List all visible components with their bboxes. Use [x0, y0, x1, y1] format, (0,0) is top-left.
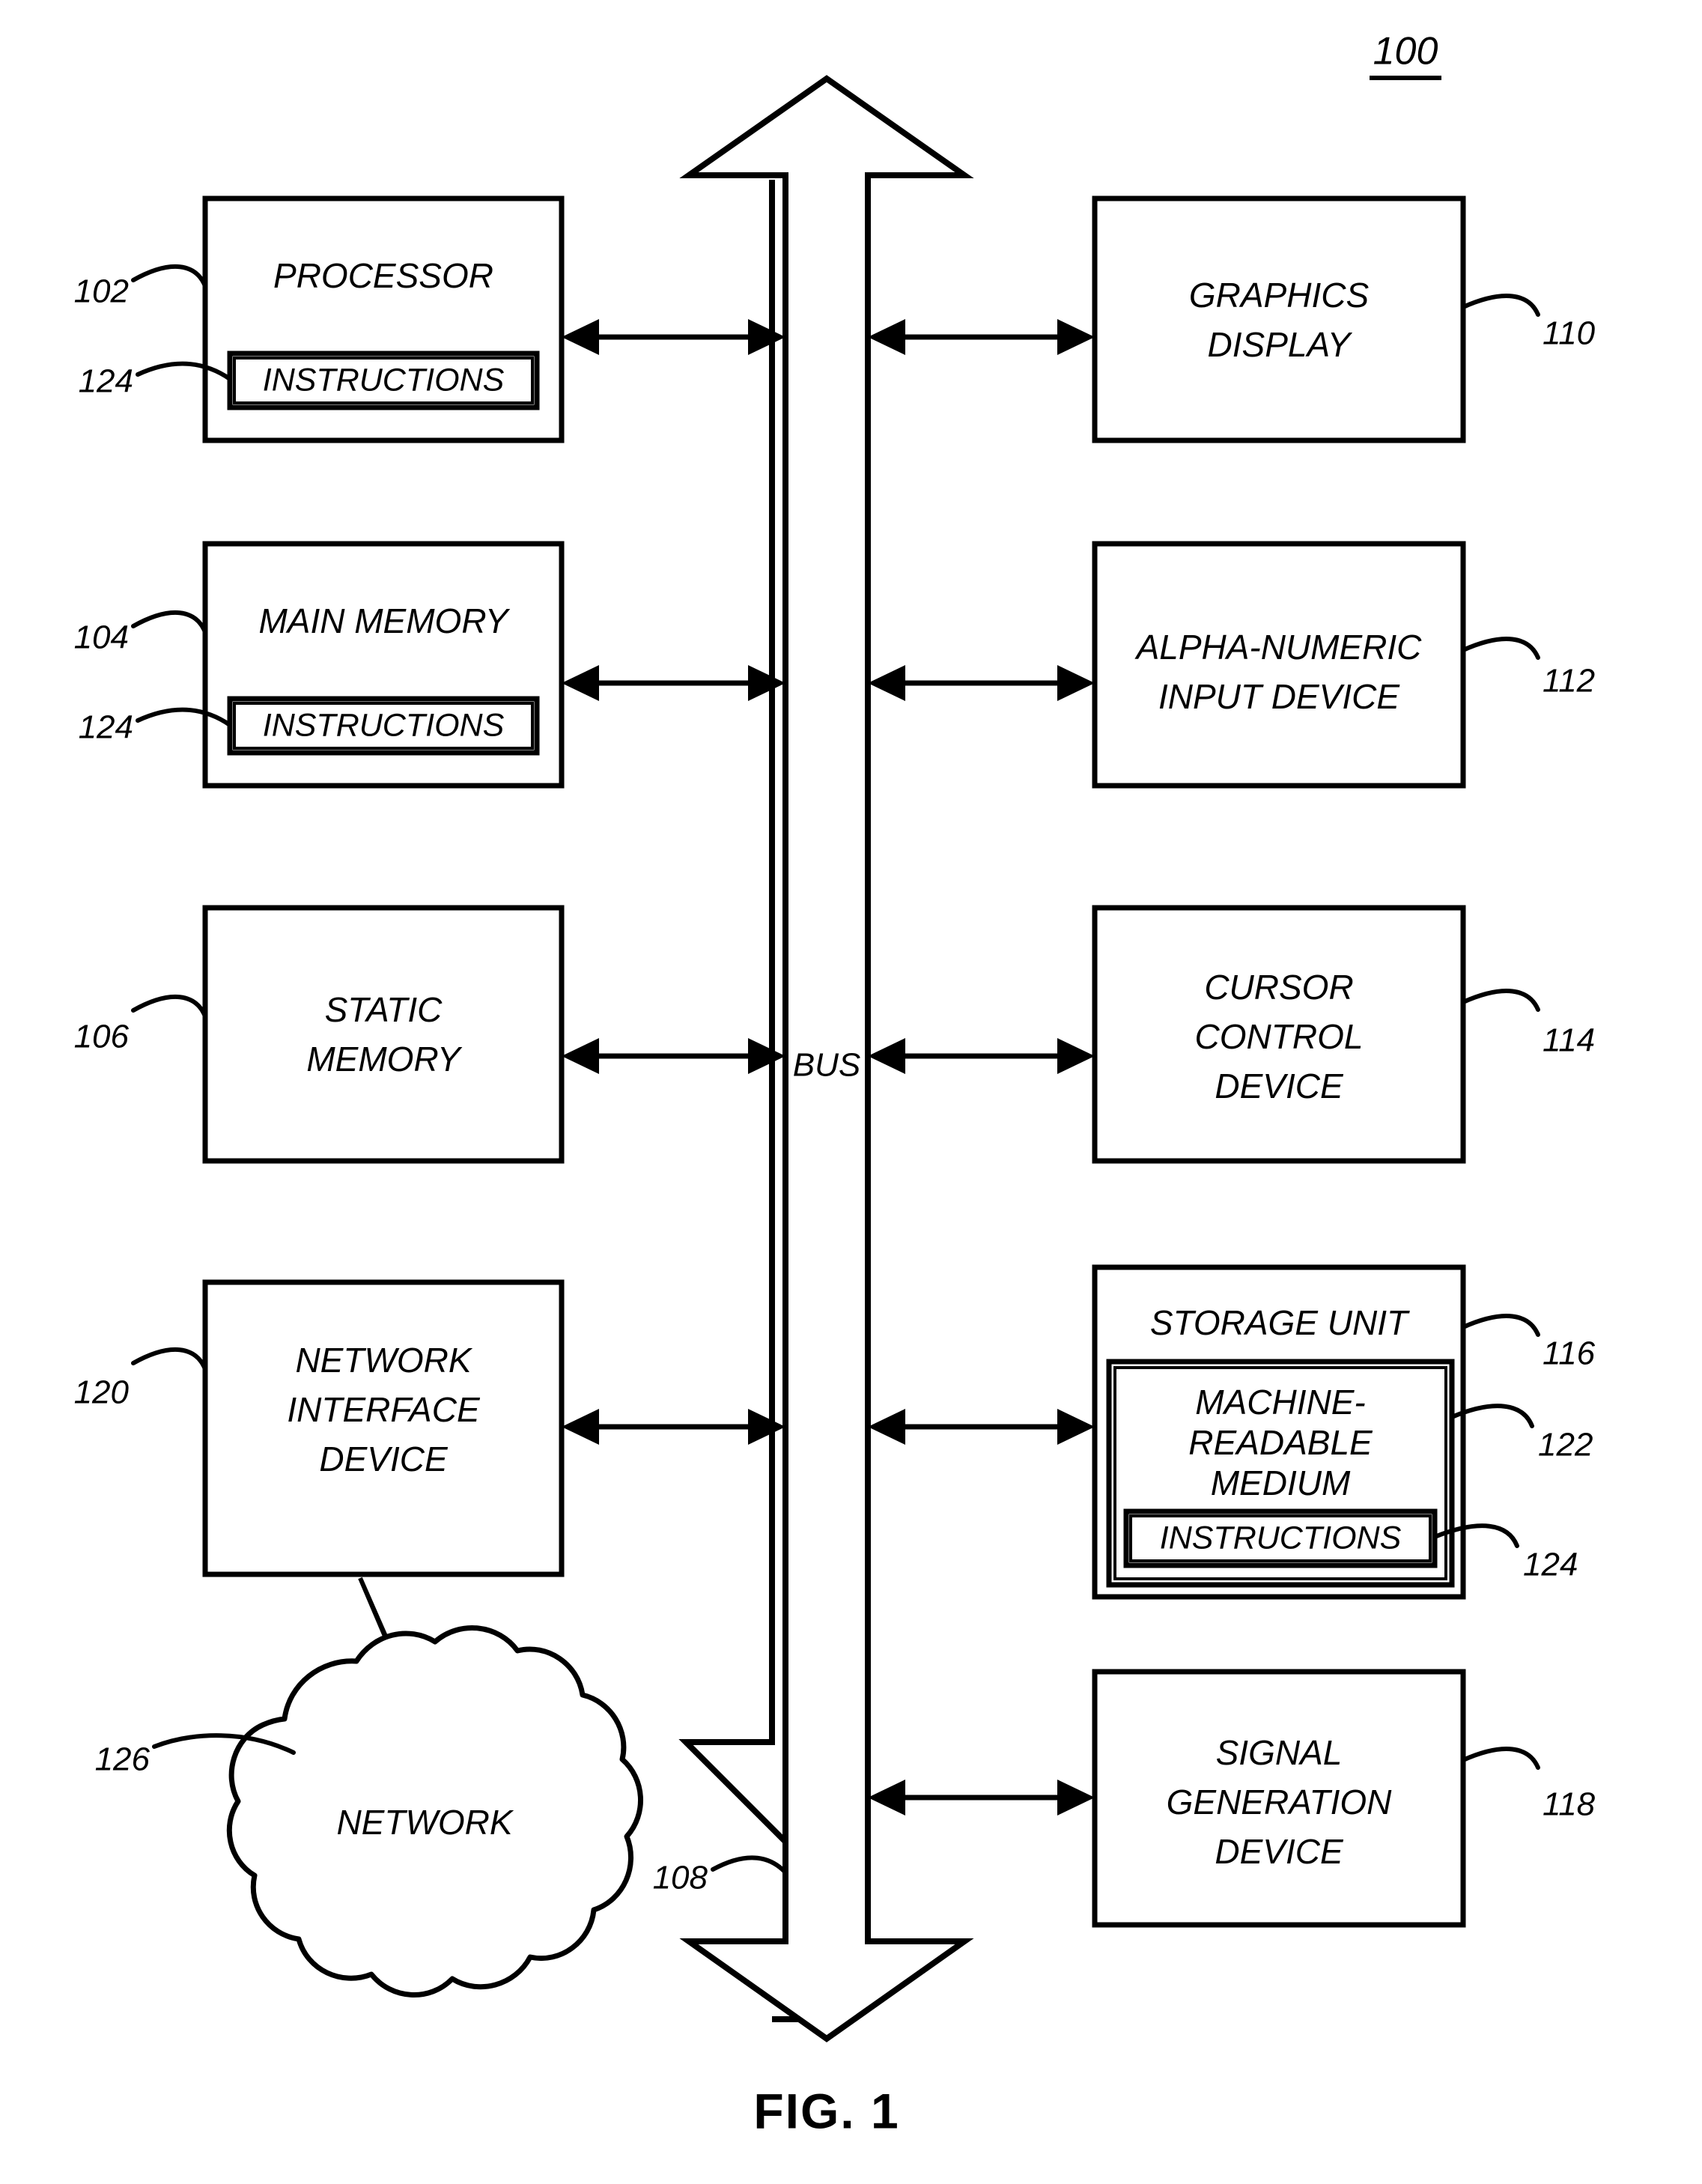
static-memory-label-line1: STATIC — [325, 990, 443, 1029]
cursor-control-device-label-line1: CURSOR — [1204, 968, 1353, 1007]
signal-generation-device-ref-leader — [1461, 1747, 1540, 1770]
signal-generation-device-ref-118: 118 — [1543, 1786, 1596, 1823]
main-memory-bus-connector — [562, 665, 785, 701]
bus-ref-leader — [711, 1855, 788, 1875]
system-architecture-diagram: BUS 108 100 PROCESSOR INSTRUCTIONS 102 1… — [74, 30, 1596, 2139]
block-signal-generation-device: SIGNAL GENERATION DEVICE 118 — [868, 1669, 1596, 1928]
storage-unit-ref-116: 116 — [1543, 1335, 1596, 1372]
main-memory-label: MAIN MEMORY — [258, 601, 510, 640]
main-memory-ref-104: 104 — [74, 619, 129, 656]
figure-number-group: 100 — [1370, 30, 1441, 80]
block-graphics-display: GRAPHICS DISPLAY 110 — [868, 195, 1596, 443]
bus-label: BUS — [793, 1047, 860, 1084]
network-cloud: NETWORK 126 — [95, 1625, 643, 1998]
storage-instructions-ref-124: 124 — [1523, 1547, 1578, 1583]
processor-instructions-label: INSTRUCTIONS — [263, 362, 505, 398]
static-memory-ref-leader — [131, 994, 207, 1019]
network-interface-device-label-line3: DEVICE — [319, 1440, 449, 1478]
cursor-control-bus-connector — [868, 1038, 1095, 1074]
block-main-memory: MAIN MEMORY INSTRUCTIONS 104 124 — [74, 541, 785, 789]
cursor-control-device-label-line3: DEVICE — [1215, 1067, 1344, 1105]
processor-ref-leader — [131, 264, 207, 288]
figure-number: 100 — [1373, 30, 1438, 73]
block-processor: PROCESSOR INSTRUCTIONS 102 124 — [74, 195, 785, 443]
cursor-control-device-ref-114: 114 — [1543, 1022, 1595, 1059]
cursor-control-device-label-line2: CONTROL — [1195, 1017, 1364, 1056]
graphics-display-box — [1092, 195, 1466, 443]
machine-readable-medium-ref-122: 122 — [1538, 1427, 1593, 1463]
network-interface-device-label-line2: INTERFACE — [287, 1390, 481, 1429]
main-memory-ref-leader — [131, 610, 207, 634]
storage-unit-ref-leader — [1461, 1314, 1540, 1337]
cursor-control-device-ref-leader — [1461, 989, 1540, 1012]
static-memory-bus-connector — [562, 1038, 785, 1074]
network-cloud-label: NETWORK — [336, 1803, 514, 1842]
signal-generation-device-label-line3: DEVICE — [1215, 1832, 1344, 1871]
network-interface-device-ref-120: 120 — [74, 1374, 130, 1411]
main-memory-instructions-label: INSTRUCTIONS — [263, 707, 505, 743]
processor-instructions-ref-124: 124 — [79, 363, 133, 400]
storage-unit-bus-connector — [868, 1409, 1095, 1445]
processor-bus-connector — [562, 319, 785, 355]
storage-instructions-label: INSTRUCTIONS — [1160, 1520, 1402, 1556]
signal-generation-device-label-line1: SIGNAL — [1216, 1733, 1343, 1772]
static-memory-box — [202, 905, 565, 1164]
graphics-display-ref-leader — [1461, 294, 1540, 317]
graphics-display-ref-110: 110 — [1543, 315, 1596, 352]
graphics-display-bus-connector — [868, 319, 1095, 355]
alpha-numeric-input-device-label-line1: ALPHA-NUMERIC — [1134, 628, 1423, 667]
alpha-numeric-input-device-label-line2: INPUT DEVICE — [1158, 677, 1400, 716]
processor-ref-102: 102 — [74, 273, 129, 310]
network-interface-device-label-line1: NETWORK — [295, 1341, 472, 1380]
signal-generation-bus-connector — [868, 1780, 1095, 1816]
bus-ref-108: 108 — [653, 1860, 708, 1896]
figure-caption: FIG. 1 — [753, 2083, 899, 2138]
patent-figure-1: BUS 108 100 PROCESSOR INSTRUCTIONS 102 1… — [0, 0, 1702, 2184]
graphics-display-label-line1: GRAPHICS — [1189, 276, 1370, 315]
machine-readable-medium-label-line3: MEDIUM — [1211, 1463, 1351, 1502]
graphics-display-label-line2: DISPLAY — [1208, 325, 1353, 364]
network-cloud-ref-126: 126 — [95, 1741, 151, 1778]
machine-readable-medium-label-line2: READABLE — [1188, 1423, 1373, 1462]
signal-generation-device-label-line2: GENERATION — [1167, 1783, 1393, 1821]
block-alpha-numeric-input-device: ALPHA-NUMERIC INPUT DEVICE 112 — [868, 541, 1595, 789]
network-interface-device-ref-leader — [131, 1347, 207, 1371]
machine-readable-medium-label-line1: MACHINE- — [1195, 1383, 1365, 1422]
main-memory-instructions-ref-124: 124 — [79, 709, 133, 746]
storage-unit-label: STORAGE UNIT — [1150, 1303, 1410, 1342]
processor-label: PROCESSOR — [273, 256, 493, 295]
alpha-numeric-input-device-ref-leader — [1461, 637, 1540, 660]
block-network-interface-device: NETWORK INTERFACE DEVICE 120 — [74, 1279, 785, 1577]
alpha-numeric-bus-connector — [868, 665, 1095, 701]
block-static-memory: STATIC MEMORY 106 — [74, 905, 785, 1164]
block-storage-unit: STORAGE UNIT MACHINE- READABLE MEDIUM IN… — [868, 1264, 1596, 1600]
static-memory-ref-106: 106 — [74, 1019, 130, 1055]
block-cursor-control-device: CURSOR CONTROL DEVICE 114 — [868, 905, 1595, 1164]
static-memory-label-line2: MEMORY — [306, 1040, 463, 1079]
network-interface-bus-connector — [562, 1409, 785, 1445]
alpha-numeric-input-device-ref-112: 112 — [1543, 663, 1595, 700]
